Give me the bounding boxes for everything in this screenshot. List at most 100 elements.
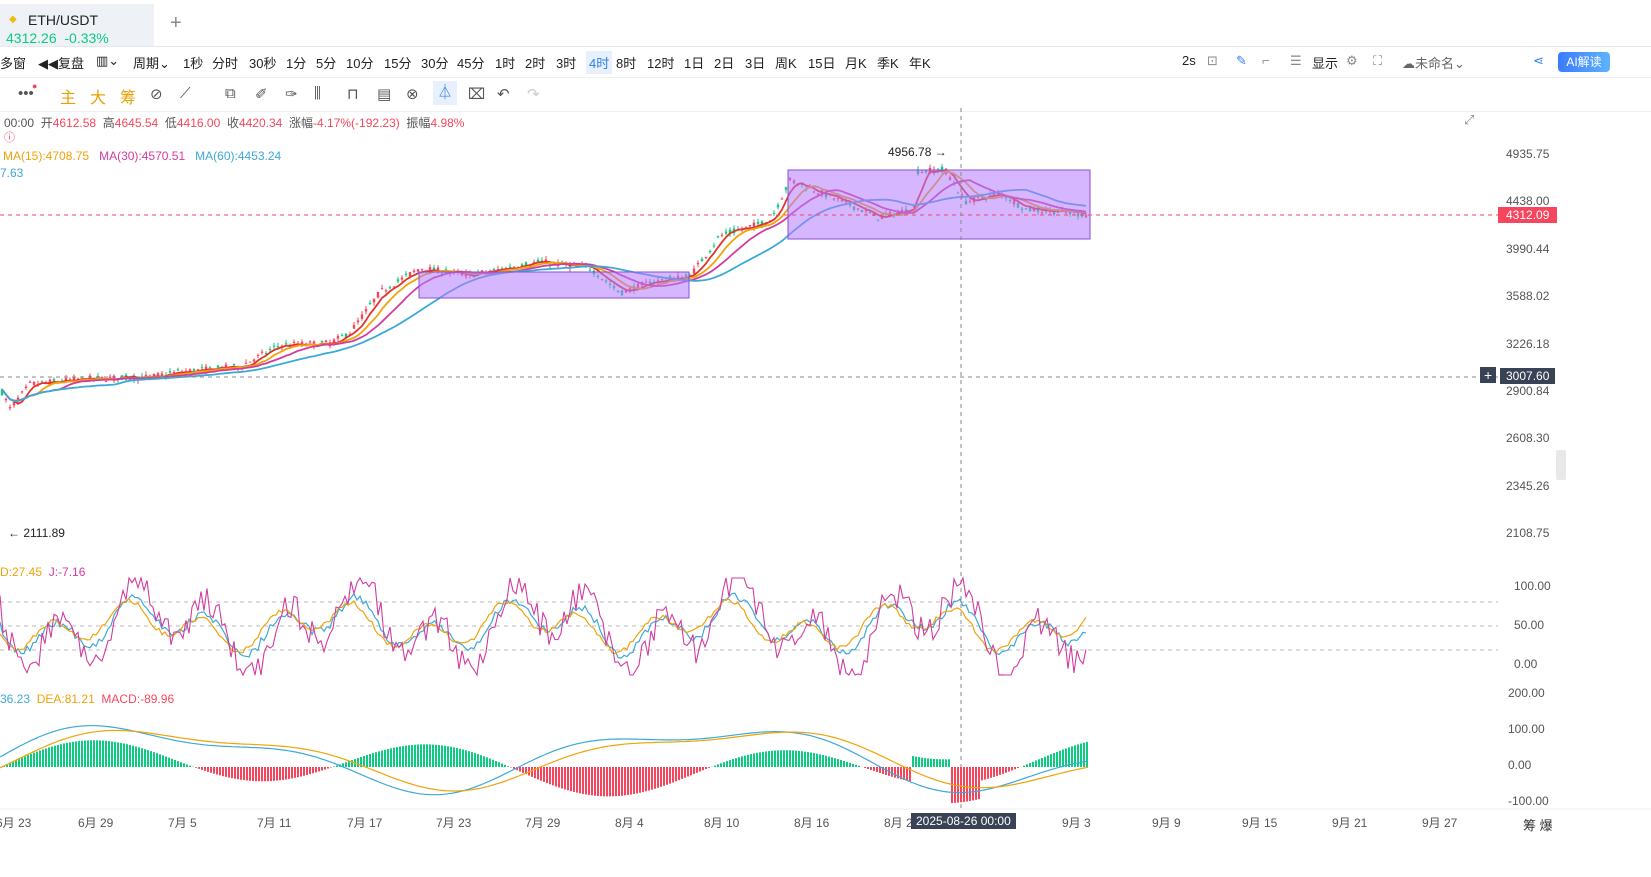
macd-bar <box>345 762 347 767</box>
candle-body <box>156 373 160 376</box>
macd-bar <box>588 767 590 795</box>
date-tick: 7月 11 <box>257 816 292 830</box>
macd-bar <box>60 744 62 767</box>
candle-body <box>352 325 356 329</box>
macd-bar <box>258 767 260 782</box>
macd-bar <box>726 761 728 767</box>
candle-body <box>336 336 340 339</box>
macd-info: 36.23 DEA:81.21 MACD:-89.96 <box>0 692 175 706</box>
macd-bar <box>687 767 689 777</box>
macd-bar <box>66 742 68 767</box>
macd-bar <box>690 767 692 776</box>
macd-bar <box>477 754 479 767</box>
macd-bar <box>486 757 488 767</box>
date-tick: 8月 10 <box>704 816 740 830</box>
macd-bar <box>585 767 587 795</box>
macd-bar <box>405 745 407 767</box>
macd-bar <box>891 767 893 777</box>
macd-bar <box>555 767 557 787</box>
candle-body <box>356 320 360 323</box>
price-tick: 4438.00 <box>1506 194 1550 208</box>
crosshair-add-icon[interactable]: + <box>1480 367 1497 383</box>
macd-bar <box>84 740 86 767</box>
macd-bar <box>672 767 674 783</box>
macd-bar <box>774 750 776 767</box>
candle-body <box>720 234 724 236</box>
high-annotation: 4956.78 → <box>888 145 947 159</box>
macd-bar <box>507 766 509 767</box>
macd-bar <box>603 767 605 797</box>
macd-bar <box>567 767 569 791</box>
macd-bar <box>840 759 842 767</box>
macd-bar <box>720 763 722 767</box>
macd-bar <box>597 767 599 796</box>
macd-bar <box>204 767 206 771</box>
macd-bar <box>936 759 938 767</box>
macd-bar <box>1059 750 1061 767</box>
candle-body <box>696 262 700 265</box>
macd-bar <box>921 757 923 767</box>
macd-bar <box>216 767 218 775</box>
macd-bar <box>498 762 500 767</box>
expand-icon[interactable]: ⤢ <box>1464 112 1474 128</box>
range-box-1 <box>418 271 690 299</box>
crosshair-price-tag: 3007.60 <box>1500 368 1556 384</box>
candle-body <box>756 221 760 224</box>
candle-body <box>256 355 260 357</box>
macd-bar <box>504 764 506 767</box>
candle-body <box>480 270 484 272</box>
macd-bar <box>90 740 92 767</box>
macd-bar <box>435 744 437 767</box>
kdj-tick: 100.00 <box>1514 579 1551 593</box>
collapse-handle[interactable] <box>1556 450 1566 480</box>
macd-bar <box>531 767 533 777</box>
macd-bar <box>384 749 386 767</box>
candle-body <box>712 245 716 247</box>
macd-bar <box>552 767 554 786</box>
macd-bar <box>819 754 821 767</box>
macd-bar <box>141 748 143 767</box>
macd-bar <box>156 753 158 767</box>
macd-bar <box>666 767 668 785</box>
macd-bar <box>519 767 521 772</box>
macd-bar <box>1047 755 1049 767</box>
macd-bar <box>36 751 38 767</box>
macd-bar <box>462 749 464 767</box>
macd-bar <box>876 767 878 772</box>
macd-bar <box>249 767 251 781</box>
macd-bar <box>327 767 329 769</box>
macd-bar <box>294 767 296 778</box>
macd-bar <box>756 752 758 767</box>
macd-bar <box>948 759 950 767</box>
macd-bar <box>96 740 98 767</box>
macd-bar <box>312 767 314 774</box>
macd-bar <box>195 767 197 768</box>
macd-bar <box>225 767 227 777</box>
macd-bar <box>939 759 941 767</box>
macd-bar <box>591 767 593 796</box>
range-box-2 <box>787 169 1091 240</box>
macd-bar <box>288 767 290 779</box>
macd-bar <box>966 767 968 802</box>
alert-icon[interactable]: ⓘ <box>4 129 15 145</box>
candle-body <box>104 380 108 382</box>
candle-body <box>244 362 248 364</box>
chart-canvas[interactable] <box>0 0 1651 877</box>
macd-bar <box>285 767 287 780</box>
macd-bar <box>222 767 224 777</box>
macd-bar <box>1029 763 1031 767</box>
candle-body <box>168 371 172 373</box>
macd-bar <box>804 751 806 767</box>
candle-body <box>272 345 276 347</box>
macd-bar <box>612 767 614 797</box>
candle-body <box>308 341 312 343</box>
macd-bar <box>234 767 236 779</box>
macd-bar <box>633 767 635 795</box>
candle-body <box>340 335 344 337</box>
macd-bar <box>561 767 563 789</box>
macd-bar <box>522 767 524 773</box>
macd-bar <box>1035 760 1037 767</box>
macd-bar <box>618 767 620 797</box>
candle-body <box>396 279 400 282</box>
macd-bar <box>639 767 641 793</box>
